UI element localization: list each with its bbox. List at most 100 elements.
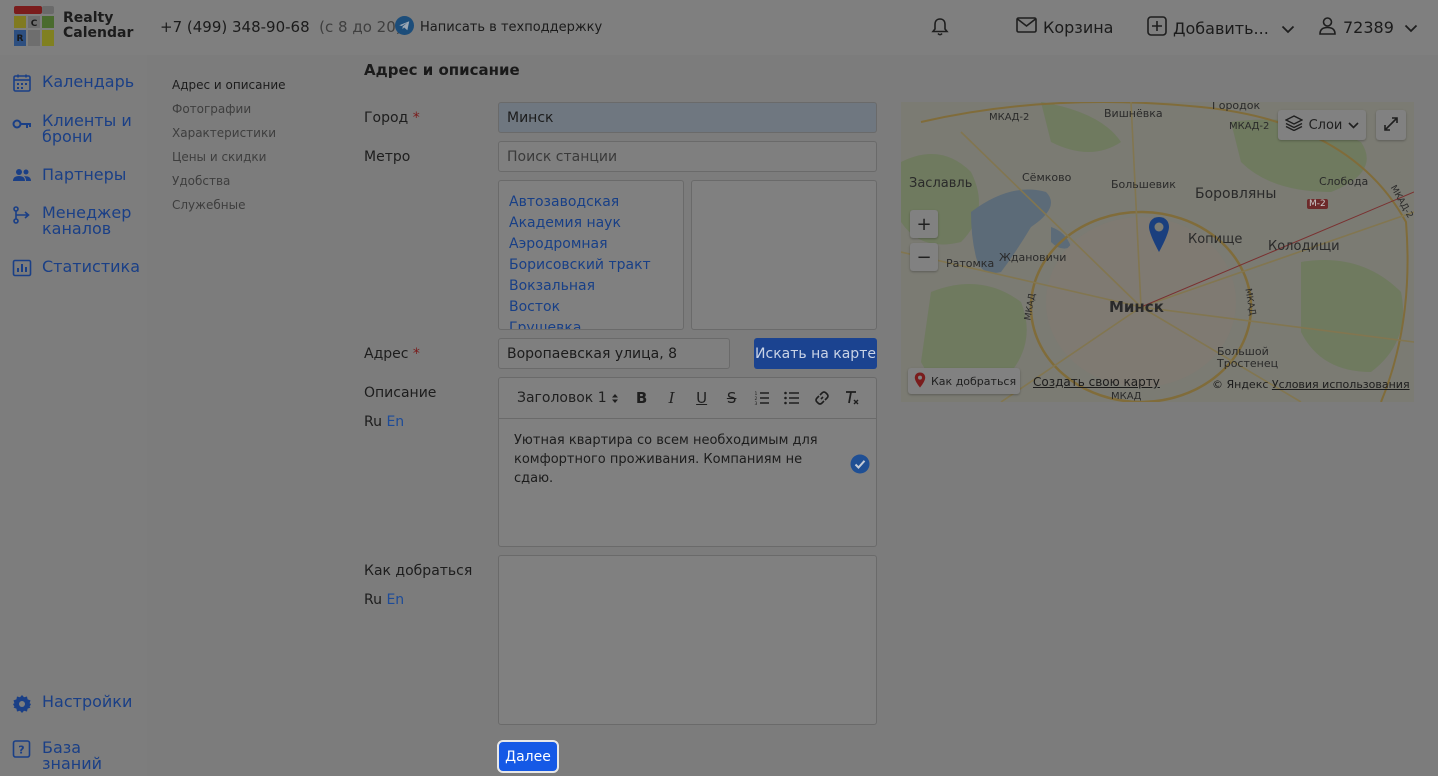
underline-icon[interactable]: U — [687, 387, 717, 409]
editor-toolbar: Заголовок 1 B I U S 123 — [499, 378, 876, 419]
gear-icon — [12, 694, 32, 713]
metro-search-input[interactable]: Поиск станции — [498, 141, 877, 172]
search-on-map-button[interactable]: Искать на карте — [754, 338, 877, 369]
support-phone[interactable]: +7 (499) 348-90-68 (с 8 до 20) — [160, 18, 402, 36]
address-input[interactable]: Воропаевская улица, 8 — [498, 338, 730, 369]
section-title: Адрес и описание — [364, 61, 520, 79]
next-button[interactable]: Далее — [497, 740, 559, 773]
sidebar-item-label: Статистика — [42, 257, 140, 276]
people-icon — [12, 167, 32, 185]
subnav-item-amenities[interactable]: Удобства — [172, 174, 230, 188]
channels-icon — [12, 205, 32, 224]
map-label: Боровляны — [1195, 186, 1277, 202]
bullet-list-icon[interactable] — [777, 387, 807, 409]
metro-station[interactable]: Вокзальная — [499, 276, 683, 297]
description-text[interactable]: Уютная квартира со всем необходимым для … — [499, 419, 876, 488]
subnav-item-features[interactable]: Характеристики — [172, 126, 276, 140]
directions-language-switch: Ru En — [364, 592, 404, 608]
metro-station[interactable]: Аэродромная — [499, 234, 683, 255]
map-label: Большой Тростенец — [1217, 345, 1279, 370]
map-label: Минск — [1109, 298, 1164, 316]
map-pin-icon[interactable] — [1147, 216, 1171, 258]
description-language-switch: Ru En — [364, 414, 404, 430]
directions-editor[interactable] — [498, 555, 877, 725]
lang-ru[interactable]: Ru — [364, 592, 382, 608]
metro-station[interactable]: Автозаводская — [499, 192, 683, 213]
selected-metro-list[interactable] — [691, 180, 877, 330]
description-editor[interactable]: Заголовок 1 B I U S 123 Уютная квартира … — [498, 377, 877, 547]
sidebar — [0, 55, 147, 776]
lang-ru[interactable]: Ru — [364, 414, 382, 430]
chevron-down-icon — [1281, 19, 1295, 38]
map-label: Заславль — [909, 176, 973, 191]
sidebar-item-clients[interactable]: Клиенты и брони — [12, 113, 142, 145]
bold-icon[interactable]: B — [627, 387, 657, 409]
lang-en[interactable]: En — [386, 592, 404, 608]
link-icon[interactable] — [807, 387, 837, 409]
heading-select[interactable]: Заголовок 1 — [517, 390, 619, 406]
map-layers-button[interactable]: Слои — [1278, 110, 1366, 140]
spellcheck-icon — [850, 454, 870, 478]
sidebar-item-partners[interactable]: Партнеры — [12, 167, 142, 185]
city-field[interactable]: Минск — [498, 102, 877, 133]
telegram-icon — [395, 16, 414, 39]
sidebar-item-label: Календарь — [42, 72, 135, 91]
user-menu-button[interactable]: 72389 — [1318, 16, 1418, 39]
metro-station-list[interactable]: Автозаводская Академия наук Аэродромная … — [498, 180, 684, 330]
lang-en[interactable]: En — [386, 414, 404, 430]
map-label: Ратомка — [946, 257, 995, 270]
metro-label: Метро — [364, 149, 411, 165]
subnav-item-address[interactable]: Адрес и описание — [172, 78, 286, 92]
map-zoom-in-button[interactable]: + — [910, 210, 938, 238]
ordered-list-icon[interactable]: 123 — [747, 387, 777, 409]
map-label: Сёмково — [1022, 171, 1072, 184]
map-copyright: © Яндекс Условия использования — [1212, 378, 1410, 391]
map-zoom-out-button[interactable]: − — [910, 243, 938, 271]
subnav-item-prices[interactable]: Цены и скидки — [172, 150, 266, 164]
address-label: Адрес * — [364, 346, 420, 362]
sidebar-item-knowledge-base[interactable]: ? База знаний — [12, 740, 142, 772]
sidebar-item-channel-manager[interactable]: Менеджер каналов — [12, 205, 142, 237]
support-link-label: Написать в техподдержку — [420, 20, 603, 35]
metro-station[interactable]: Восток — [499, 297, 683, 318]
metro-station[interactable]: Борисовский тракт — [499, 255, 683, 276]
required-mark: * — [412, 110, 420, 126]
add-menu-label: Добавить... — [1173, 18, 1269, 38]
add-menu-button[interactable]: Добавить... — [1147, 16, 1295, 40]
sidebar-item-calendar[interactable]: Календарь — [12, 74, 142, 92]
map-fullscreen-button[interactable] — [1376, 110, 1406, 140]
metro-station[interactable]: Грушевка — [499, 318, 683, 329]
subnav-item-photos[interactable]: Фотографии — [172, 102, 251, 116]
map-directions-button[interactable]: Как добраться — [908, 368, 1020, 394]
map-label: Большевик — [1111, 178, 1176, 191]
sidebar-item-label: База знаний — [42, 738, 103, 773]
city-label: Город * — [364, 110, 420, 126]
sidebar-item-settings[interactable]: Настройки — [12, 694, 142, 713]
map-label: Слобода — [1319, 175, 1369, 188]
support-link[interactable]: Написать в техподдержку — [395, 16, 602, 39]
cart-button[interactable]: Корзина — [1016, 17, 1113, 37]
map-label: Городок — [1212, 102, 1261, 112]
create-map-link[interactable]: Создать свою карту — [1033, 375, 1160, 389]
yandex-map[interactable]: Городок Вишнёвка МКАД-2 МКАД-2 Сёмково Б… — [901, 102, 1414, 402]
map-label: МКАД — [1111, 391, 1142, 402]
sidebar-item-label: Партнеры — [42, 165, 127, 184]
strikethrough-icon[interactable]: S — [717, 387, 747, 409]
expand-icon — [1384, 115, 1398, 136]
map-terms-link[interactable]: Условия использования — [1272, 378, 1410, 391]
subnav-item-service[interactable]: Служебные — [172, 198, 245, 212]
support-hours: (с 8 до 20) — [319, 18, 402, 36]
bell-icon[interactable] — [930, 17, 950, 41]
app-name: Realty Calendar — [63, 10, 134, 41]
directions-label: Как добраться — [364, 563, 473, 579]
plus-square-icon — [1147, 16, 1167, 40]
sidebar-item-label: Клиенты и брони — [42, 111, 132, 146]
clear-format-icon[interactable] — [837, 387, 867, 409]
map-label: Ждановичи — [999, 251, 1067, 264]
italic-icon[interactable]: I — [657, 387, 687, 409]
app-logo[interactable]: C R — [14, 6, 54, 46]
map-label: Вишнёвка — [1104, 107, 1163, 120]
metro-station[interactable]: Академия наук — [499, 213, 683, 234]
sidebar-item-statistics[interactable]: Статистика — [12, 259, 142, 277]
calendar-icon — [12, 74, 32, 92]
